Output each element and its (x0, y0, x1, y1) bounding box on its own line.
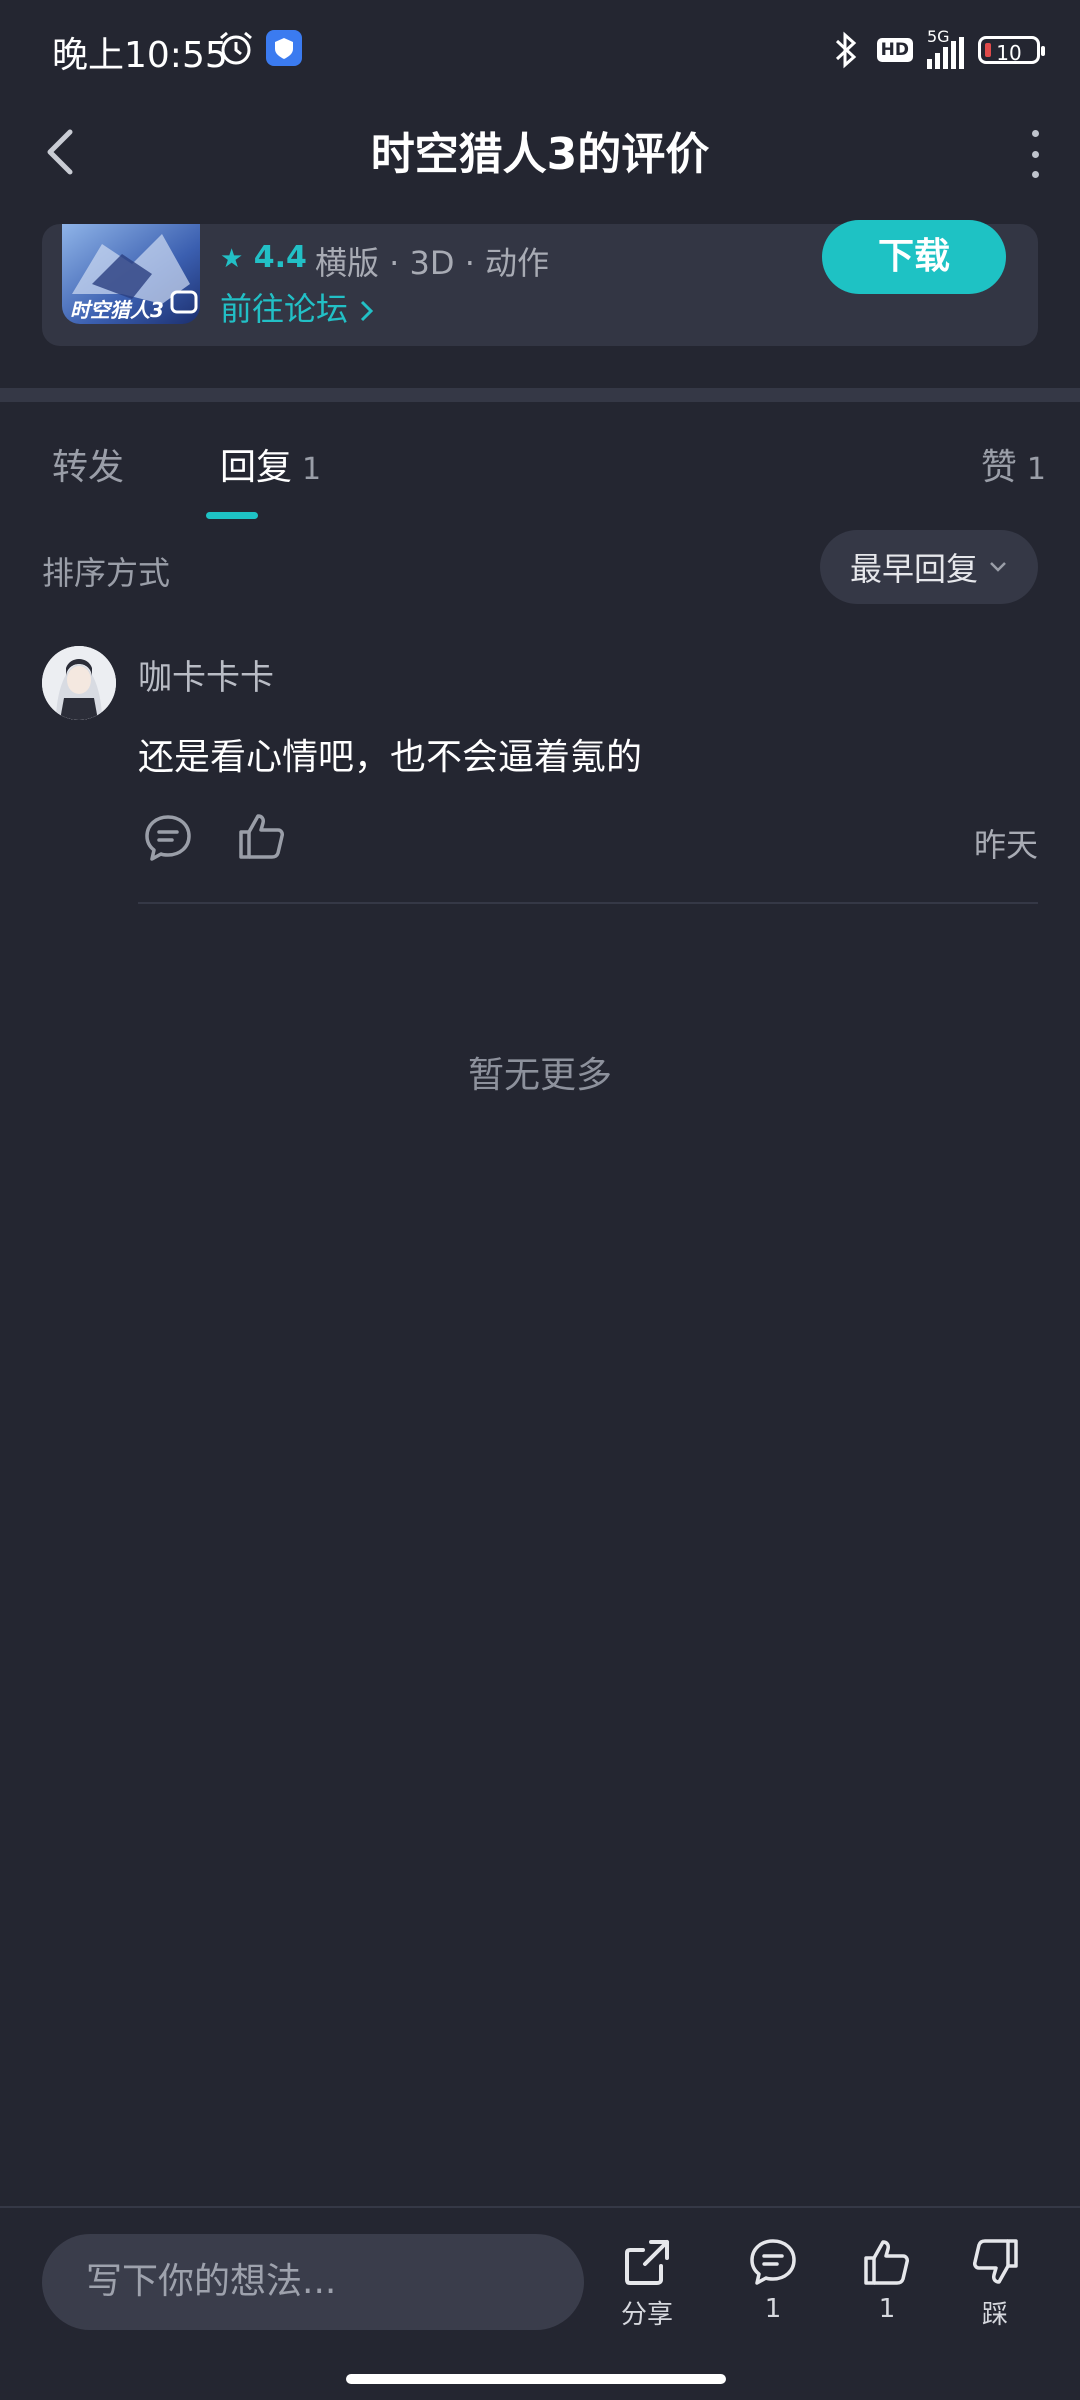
battery-icon: 10 (978, 36, 1045, 65)
like-tab-count: 1 (1026, 452, 1046, 487)
active-tab-indicator (206, 512, 258, 519)
forum-link[interactable]: 前往论坛 (220, 284, 376, 330)
comment-input[interactable]: 写下你的想法... (42, 2234, 584, 2330)
home-indicator[interactable] (346, 2374, 726, 2384)
download-button[interactable]: 下载 (822, 220, 1006, 294)
game-tags: 横版 · 3D · 动作 (315, 244, 550, 282)
share-icon (625, 2240, 669, 2285)
section-divider (0, 388, 1080, 402)
chevron-down-icon (990, 562, 1006, 572)
comment-username[interactable]: 咖卡卡卡 (138, 650, 274, 699)
tab-likes[interactable]: 赞1 (981, 438, 1046, 490)
signal-icon: 5G (927, 27, 964, 69)
avatar[interactable] (42, 646, 116, 720)
bluetooth-icon (835, 31, 856, 69)
game-rating: ★ 4.4 (220, 240, 307, 275)
comment-time: 昨天 (973, 826, 1038, 864)
star-icon: ★ (220, 244, 244, 274)
like-count: 1 (878, 2294, 896, 2324)
game-icon[interactable]: 时空猎人3 (62, 224, 200, 324)
chevron-right-icon (361, 300, 374, 322)
sort-label: 排序方式 (42, 554, 171, 592)
game-icon-label: 时空猎人3 (70, 298, 164, 322)
tab-replies[interactable]: 回复 1 (220, 438, 321, 490)
reply-count: 1 (302, 452, 322, 487)
share-label: 分享 (620, 2300, 673, 2330)
sort-dropdown[interactable]: 最早回复 (820, 530, 1038, 604)
comment-icon (750, 2239, 796, 2285)
more-options-button[interactable] (1020, 130, 1050, 178)
thumbs-up-icon[interactable] (236, 810, 288, 862)
status-icons: HD 5G 10 (829, 27, 1045, 70)
thumbs-down-icon (973, 2239, 1018, 2284)
comment-count-button[interactable]: 1 (728, 2236, 818, 2324)
comment-count: 1 (764, 2294, 782, 2324)
alarm-icon (220, 31, 252, 65)
share-button[interactable]: 分享 (602, 2236, 692, 2331)
comment-text: 还是看心情吧，也不会逼着氪的 (138, 737, 643, 778)
no-more-text: 暂无更多 (467, 1055, 612, 1096)
network-type: 5G (927, 27, 950, 46)
dislike-button[interactable]: 踩 (950, 2236, 1040, 2331)
page-title: 时空猎人3的评价 (370, 129, 710, 180)
hd-badge: HD (876, 38, 913, 62)
thumbs-up-icon (864, 2240, 909, 2285)
tab-forward[interactable]: 转发 (52, 438, 124, 490)
dislike-label: 踩 (981, 2300, 1008, 2330)
comment-divider (138, 902, 1038, 904)
reply-icon[interactable] (142, 812, 194, 864)
like-button[interactable]: 1 (842, 2236, 932, 2324)
shield-icon (266, 30, 302, 66)
status-time: 晚上10:55 (52, 35, 228, 76)
